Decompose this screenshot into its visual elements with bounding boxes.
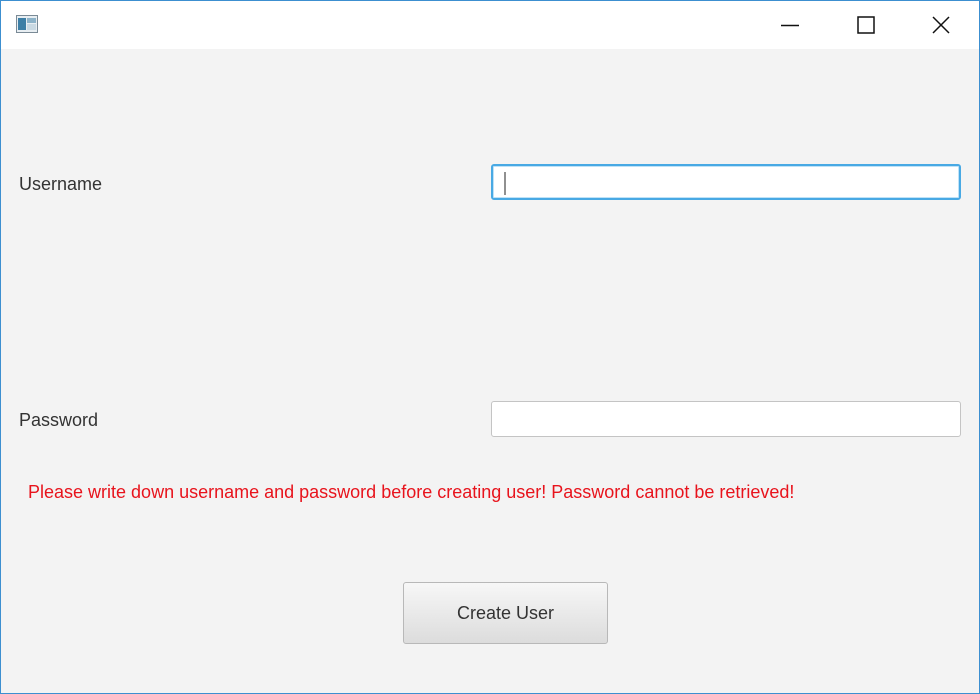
- maximize-button[interactable]: [828, 1, 904, 49]
- app-window: Username Password Please write down user…: [0, 0, 980, 694]
- username-input[interactable]: [491, 164, 961, 200]
- minimize-button[interactable]: [752, 1, 828, 49]
- close-button[interactable]: [903, 1, 979, 49]
- maximize-icon: [857, 16, 875, 34]
- app-window-icon: [16, 15, 38, 33]
- title-bar[interactable]: [1, 1, 979, 49]
- create-user-button[interactable]: Create User: [403, 582, 608, 644]
- close-icon: [932, 16, 950, 34]
- password-input[interactable]: [491, 401, 961, 437]
- password-label: Password: [19, 410, 99, 430]
- username-label: Username: [19, 174, 103, 194]
- text-caret: [504, 172, 506, 195]
- minimize-icon: [781, 16, 799, 34]
- warning-message: Please write down username and password …: [28, 482, 795, 502]
